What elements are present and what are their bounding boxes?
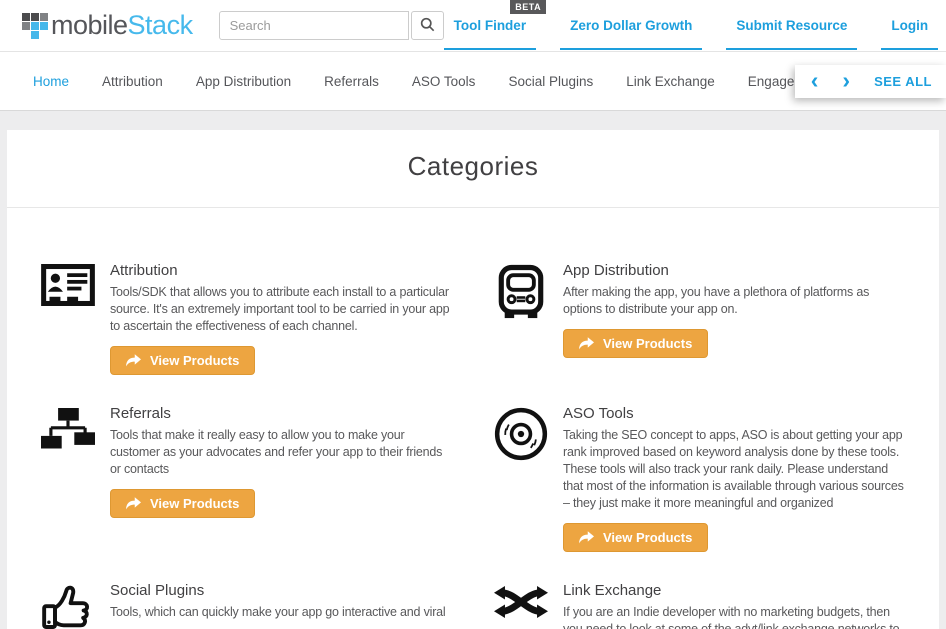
mobilestack-logo[interactable]: mobileStack [22,12,193,39]
category-description: If you are an Indie developer with no ma… [563,605,900,629]
nav-tool-finder[interactable]: BETA Tool Finder [443,0,547,50]
vinyl-disc-icon [493,405,549,552]
logo-text-stack: Stack [127,10,194,40]
nav-submit-resource-label: Submit Resource [736,17,848,33]
search-icon [420,17,435,35]
catnav-app-distribution[interactable]: App Distribution [196,74,291,89]
crossed-arrows-icon [493,582,549,629]
page-background: Categories Attribution Tools/SDK that al… [0,111,946,629]
forward-arrow-icon [126,497,141,510]
chevron-left-icon[interactable]: ‹ [811,68,819,92]
catnav-referrals[interactable]: Referrals [324,74,379,89]
nav-login-label: Login [891,17,929,33]
category-card-app-distribution: App Distribution After making the app, y… [493,262,906,375]
category-card-referrals: Referrals Tools that make it really easy… [40,405,453,552]
forward-arrow-icon [579,531,594,544]
search-input[interactable] [218,11,409,40]
top-header: mobileStack BETA Tool Finder Zero Dollar… [0,0,946,52]
categories-grid: Attribution Tools/SDK that allows you to… [7,208,939,629]
catnav-aso-tools[interactable]: ASO Tools [412,74,476,89]
chevron-right-icon[interactable]: › [842,68,850,92]
nav-zero-dollar-growth-label: Zero Dollar Growth [570,17,693,33]
org-chart-icon [40,405,96,552]
category-description: Taking the SEO concept to apps, ASO is a… [563,428,904,510]
beta-badge: BETA [510,0,547,14]
thumbs-up-icon [40,582,96,629]
bus-icon [493,262,549,375]
forward-arrow-icon [126,354,141,367]
view-products-button[interactable]: View Products [563,523,709,552]
view-products-label: View Products [150,353,240,368]
category-description: Tools/SDK that allows you to attribute e… [110,285,450,333]
category-description: After making the app, you have a plethor… [563,285,870,316]
categories-panel: Categories Attribution Tools/SDK that al… [7,130,939,629]
view-products-label: View Products [603,530,693,545]
category-title: Social Plugins [110,582,205,599]
nav-login[interactable]: Login [881,17,939,50]
search-group [218,11,444,40]
catnav-social-plugins[interactable]: Social Plugins [508,74,593,89]
category-description: Tools that make it really easy to allow … [110,428,443,476]
category-title: Referrals [110,405,171,422]
catnav-home[interactable]: Home [33,74,69,89]
top-navigation: BETA Tool Finder Zero Dollar Growth Subm… [443,0,939,52]
logo-text: mobileStack [51,12,193,39]
category-description: Tools, which can quickly make your app g… [110,605,446,619]
category-nav-pager: ‹ › SEE ALL [794,65,946,98]
view-products-label: View Products [603,336,693,351]
nav-tool-finder-label: Tool Finder [453,17,527,33]
forward-arrow-icon [579,337,594,350]
category-title: App Distribution [563,262,669,279]
category-title: ASO Tools [563,405,634,422]
view-products-button[interactable]: View Products [110,489,256,518]
see-all-link[interactable]: SEE ALL [874,74,932,89]
category-card-link-exchange: Link Exchange If you are an Indie develo… [493,582,906,629]
nav-submit-resource[interactable]: Submit Resource [726,17,858,50]
catnav-attribution[interactable]: Attribution [102,74,163,89]
category-card-aso-tools: ASO Tools Taking the SEO concept to apps… [493,405,906,552]
logo-pixel-icon [22,12,48,39]
view-products-label: View Products [150,496,240,511]
category-title: Link Exchange [563,582,662,599]
view-products-button[interactable]: View Products [563,329,709,358]
contact-card-icon [40,262,96,375]
category-navigation: Home Attribution App Distribution Referr… [0,52,946,111]
view-products-button[interactable]: View Products [110,346,256,375]
catnav-link-exchange[interactable]: Link Exchange [626,74,715,89]
category-card-attribution: Attribution Tools/SDK that allows you to… [40,262,453,375]
search-button[interactable] [410,11,444,40]
page-title: Categories [407,151,539,181]
category-card-social-plugins: Social Plugins Tools, which can quickly … [40,582,453,629]
category-title: Attribution [110,262,178,279]
nav-zero-dollar-growth[interactable]: Zero Dollar Growth [560,17,703,50]
logo-text-mobile: mobile [51,10,128,40]
